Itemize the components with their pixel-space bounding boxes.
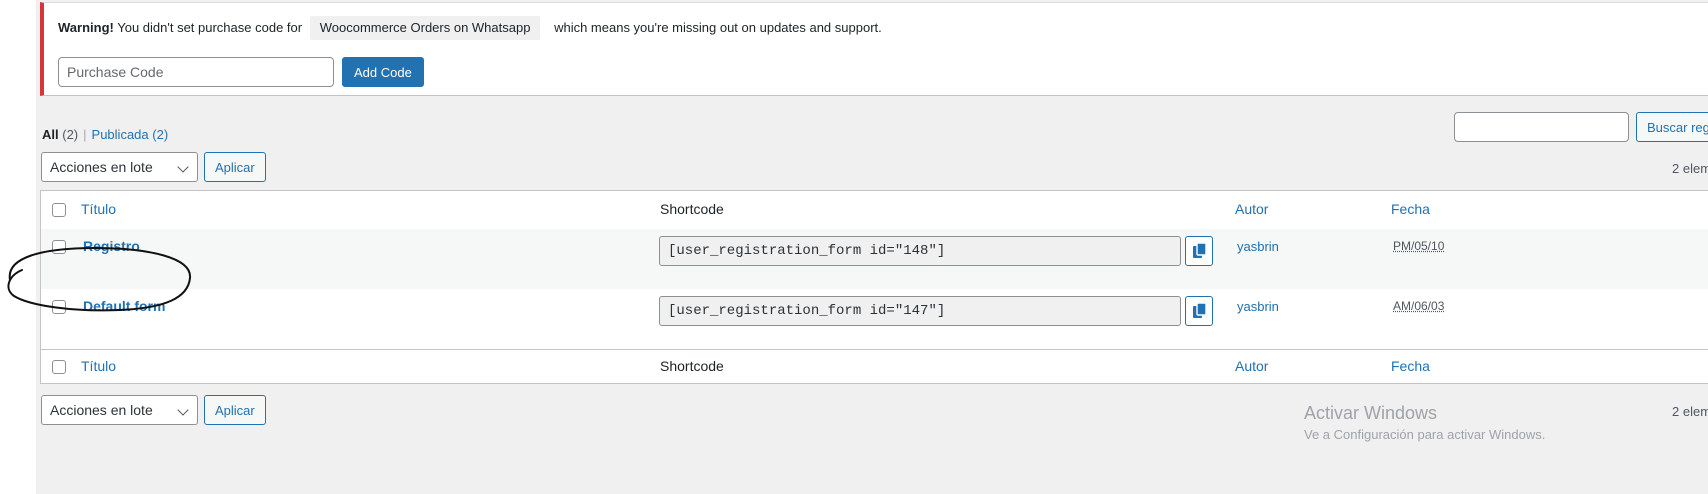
chevron-down-icon [177,161,189,173]
notice-text-before: You didn't set purchase code for [117,20,303,35]
table-row: Default form [user_registration_form id=… [41,289,1708,349]
purchase-code-input[interactable] [58,57,334,87]
column-title-footer[interactable]: Título [81,358,116,374]
column-author-footer[interactable]: Autor [1235,358,1268,374]
copy-icon [1193,303,1207,318]
bulk-actions-select-bottom[interactable]: Acciones en lote [41,395,198,425]
view-all[interactable]: All (2) [42,127,78,142]
row-date: AM/06/03 [1393,299,1445,313]
hand-drawn-circle-annotation [7,246,192,312]
column-title[interactable]: Título [81,201,116,217]
chevron-down-icon [177,404,189,416]
search-input[interactable] [1454,112,1629,142]
apply-button-bottom[interactable]: Aplicar [204,395,266,425]
table-row: Registro [user_registration_form id="148… [41,229,1708,289]
copy-icon [1193,243,1207,258]
notice-message: Warning! You didn't set purchase code fo… [58,16,882,40]
search-button[interactable]: Buscar regi [1636,112,1708,142]
shortcode-field[interactable]: [user_registration_form id="147"] [659,296,1181,326]
apply-button-top[interactable]: Aplicar [204,152,266,182]
column-shortcode-footer: Shortcode [660,358,724,374]
purchase-code-notice: Warning! You didn't set purchase code fo… [40,2,1708,96]
row-author-link[interactable]: yasbrin [1237,299,1279,314]
column-date[interactable]: Fecha [1391,201,1430,217]
admin-content: Warning! You didn't set purchase code fo… [36,0,1708,494]
activation-watermark-subtitle: Ve a Configuración para activar Windows. [1304,427,1546,442]
column-date-footer[interactable]: Fecha [1391,358,1430,374]
row-author-link[interactable]: yasbrin [1237,239,1279,254]
bulk-actions-value: Acciones en lote [50,402,153,418]
plugin-name-chip: Woocommerce Orders on Whatsapp [309,16,541,40]
view-published[interactable]: Publicada (2) [92,127,169,142]
post-status-filter: All (2) | Publicada (2) [42,125,168,145]
table-header: Título Shortcode Autor Fecha [41,191,1708,230]
items-count-bottom: 2 elem [1672,404,1708,419]
bulk-actions-value: Acciones en lote [50,159,153,175]
shortcode-field[interactable]: [user_registration_form id="148"] [659,236,1181,266]
table-footer: Título Shortcode Autor Fecha [41,349,1708,384]
row-date: PM/05/10 [1393,239,1445,253]
column-shortcode: Shortcode [660,201,724,217]
view-separator: | [83,127,87,142]
select-all-checkbox-footer[interactable] [52,360,66,374]
add-code-button[interactable]: Add Code [342,57,424,87]
bulk-actions-select-top[interactable]: Acciones en lote [41,152,198,182]
activation-watermark-title: Activar Windows [1304,403,1438,423]
forms-table: Título Shortcode Autor Fecha Registro [u… [40,190,1708,384]
select-all-checkbox[interactable] [52,203,66,217]
items-count-top: 2 elem [1672,161,1708,176]
copy-shortcode-button[interactable] [1185,296,1213,326]
warning-label: Warning! [58,20,114,35]
copy-shortcode-button[interactable] [1185,236,1213,266]
column-author[interactable]: Autor [1235,201,1268,217]
notice-text-after: which means you're missing out on update… [554,20,882,35]
